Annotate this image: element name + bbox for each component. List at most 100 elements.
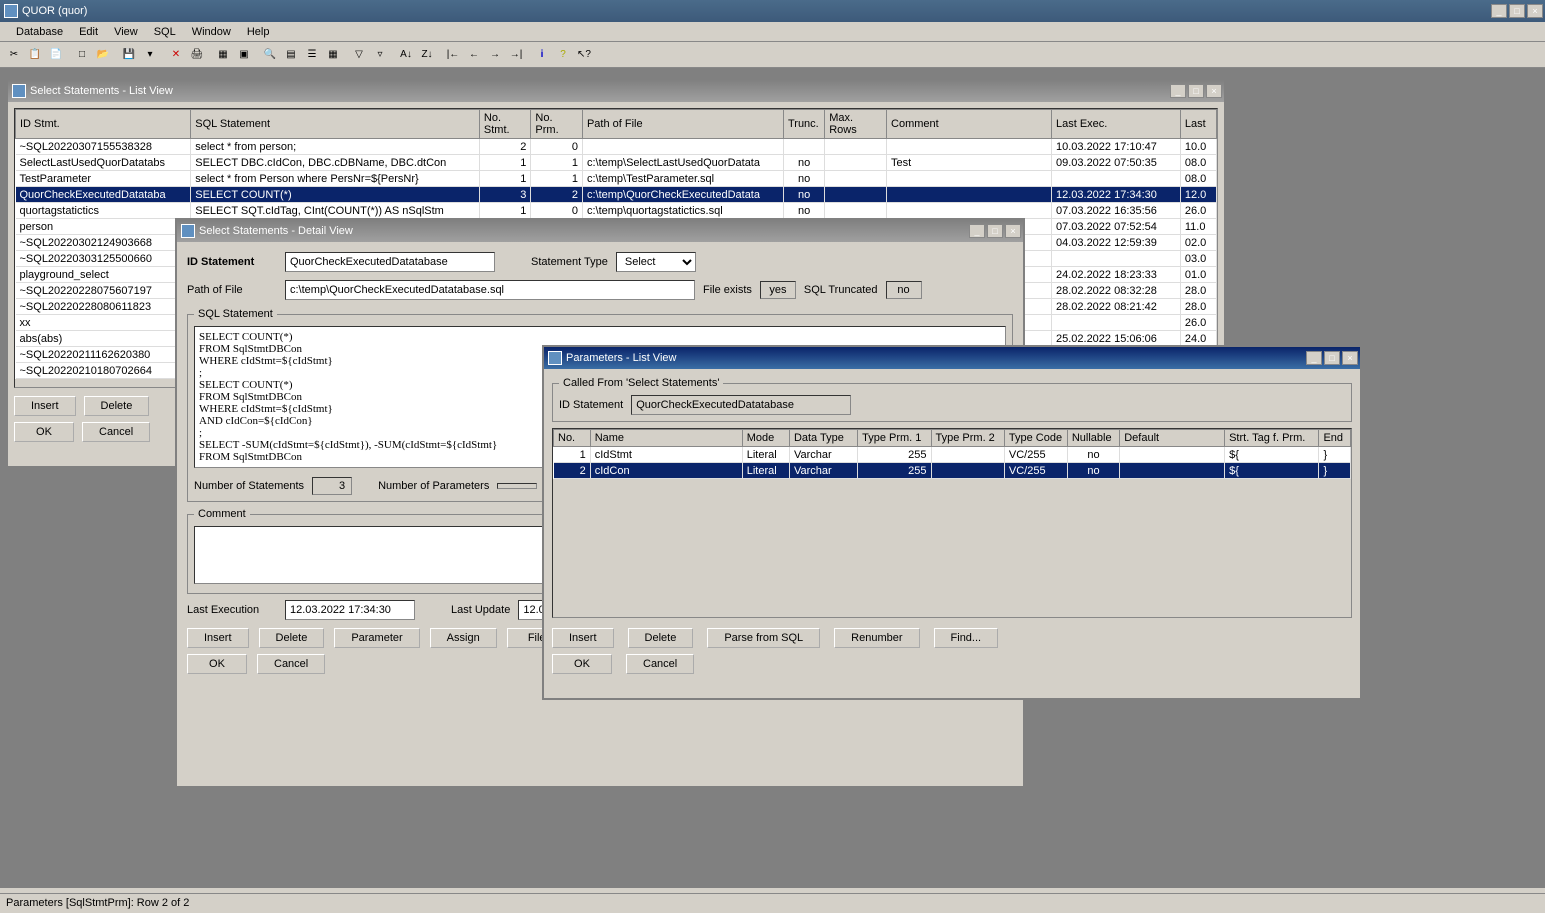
table-row[interactable]: QuorCheckExecutedDatatabaSELECT COUNT(*)…: [16, 187, 1217, 203]
cut-icon[interactable]: ✂: [4, 45, 24, 65]
maximize-button[interactable]: □: [1509, 4, 1525, 18]
print-icon[interactable]: 🖨: [187, 45, 207, 65]
grid-icon[interactable]: ▤: [281, 45, 301, 65]
col-header[interactable]: Path of File: [582, 110, 783, 139]
menu-help[interactable]: Help: [239, 24, 278, 40]
last-exec-label: Last Execution: [187, 604, 277, 616]
renumber-button[interactable]: Renumber: [834, 628, 919, 648]
delete-button[interactable]: Delete: [259, 628, 325, 648]
col-header[interactable]: Comment: [887, 110, 1052, 139]
col-header[interactable]: No. Prm.: [531, 110, 583, 139]
col-header[interactable]: Default: [1120, 430, 1225, 447]
col-header[interactable]: Nullable: [1067, 430, 1119, 447]
table-row[interactable]: ~SQL20220307155538328select * from perso…: [16, 139, 1217, 155]
close-button[interactable]: ×: [1005, 224, 1021, 238]
ok-button[interactable]: OK: [552, 654, 612, 674]
col-header[interactable]: Name: [590, 430, 742, 447]
cancel-button[interactable]: Cancel: [626, 654, 694, 674]
insert-button[interactable]: Insert: [552, 628, 614, 648]
statement-type-select[interactable]: Select: [616, 252, 696, 272]
minimize-button[interactable]: _: [1491, 4, 1507, 18]
cancel-button[interactable]: Cancel: [257, 654, 325, 674]
delete-button[interactable]: Delete: [84, 396, 150, 416]
table-row[interactable]: 1cIdStmtLiteralVarchar255VC/255no${}: [554, 447, 1351, 463]
sort-asc-icon[interactable]: A↓: [396, 45, 416, 65]
save-all-icon[interactable]: ▾: [140, 45, 160, 65]
info-icon[interactable]: i: [532, 45, 552, 65]
col-header[interactable]: Last Exec.: [1051, 110, 1180, 139]
filter-icon[interactable]: ▽: [349, 45, 369, 65]
app-title: QUOR (quor): [22, 5, 87, 17]
first-icon[interactable]: |←: [443, 45, 463, 65]
col-header[interactable]: Type Code: [1004, 430, 1067, 447]
open-icon[interactable]: 📂: [93, 45, 113, 65]
id-statement-input[interactable]: [285, 252, 495, 272]
col-header[interactable]: SQL Statement: [191, 110, 480, 139]
col-header[interactable]: Type Prm. 1: [858, 430, 931, 447]
find-button[interactable]: Find...: [934, 628, 999, 648]
sort-desc-icon[interactable]: Z↓: [417, 45, 437, 65]
minimize-button[interactable]: _: [1170, 84, 1186, 98]
sql-legend: SQL Statement: [194, 308, 277, 320]
parameters-window[interactable]: Parameters - List View _ □ × Called From…: [542, 345, 1362, 700]
id-statement-label: ID Statement: [187, 256, 277, 268]
close-button[interactable]: ×: [1527, 4, 1543, 18]
parameters-table[interactable]: No.NameModeData TypeType Prm. 1Type Prm.…: [553, 429, 1351, 479]
minimize-button[interactable]: _: [1306, 351, 1322, 365]
maximize-button[interactable]: □: [1188, 84, 1204, 98]
parameter-button[interactable]: Parameter: [334, 628, 419, 648]
table-row[interactable]: SelectLastUsedQuorDatatabsSELECT DBC.cId…: [16, 155, 1217, 171]
ok-button[interactable]: OK: [14, 422, 74, 442]
parse-button[interactable]: Parse from SQL: [707, 628, 820, 648]
col-header[interactable]: No.: [554, 430, 591, 447]
next-icon[interactable]: →: [485, 45, 505, 65]
prev-icon[interactable]: ←: [464, 45, 484, 65]
col-header[interactable]: ID Stmt.: [16, 110, 191, 139]
menu-view[interactable]: View: [106, 24, 146, 40]
filter2-icon[interactable]: ▿: [370, 45, 390, 65]
col-header[interactable]: Last: [1180, 110, 1216, 139]
insert-button[interactable]: Insert: [187, 628, 249, 648]
col-header[interactable]: Trunc.: [783, 110, 824, 139]
delete-button[interactable]: Delete: [628, 628, 694, 648]
tool2-icon[interactable]: ▣: [234, 45, 254, 65]
tool1-icon[interactable]: ▦: [213, 45, 233, 65]
menu-edit[interactable]: Edit: [71, 24, 106, 40]
assign-button[interactable]: Assign: [430, 628, 497, 648]
minimize-button[interactable]: _: [969, 224, 985, 238]
path-input[interactable]: [285, 280, 695, 300]
app-title-bar: QUOR (quor) _ □ ×: [0, 0, 1545, 22]
col-header[interactable]: Strt. Tag f. Prm.: [1225, 430, 1319, 447]
table-row[interactable]: TestParameterselect * from Person where …: [16, 171, 1217, 187]
new-icon[interactable]: □: [72, 45, 92, 65]
col-header[interactable]: No. Stmt.: [479, 110, 531, 139]
paste-icon[interactable]: 📄: [46, 45, 66, 65]
table-row[interactable]: 2cIdConLiteralVarchar255VC/255no${}: [554, 463, 1351, 479]
col-header[interactable]: End: [1319, 430, 1351, 447]
col-header[interactable]: Max. Rows: [825, 110, 887, 139]
list-icon[interactable]: ☰: [302, 45, 322, 65]
last-icon[interactable]: →|: [506, 45, 526, 65]
maximize-button[interactable]: □: [1324, 351, 1340, 365]
menu-database[interactable]: Database: [8, 24, 71, 40]
copy-icon[interactable]: 📋: [25, 45, 45, 65]
close-button[interactable]: ×: [1342, 351, 1358, 365]
whats-this-icon[interactable]: ↖?: [574, 45, 594, 65]
table-icon[interactable]: ▦: [323, 45, 343, 65]
find-icon[interactable]: 🔍: [260, 45, 280, 65]
table-row[interactable]: quortagstaticticsSELECT SQT.cIdTag, CInt…: [16, 203, 1217, 219]
close-button[interactable]: ×: [1206, 84, 1222, 98]
menu-window[interactable]: Window: [184, 24, 239, 40]
app-icon: [4, 4, 18, 18]
insert-button[interactable]: Insert: [14, 396, 76, 416]
col-header[interactable]: Mode: [742, 430, 789, 447]
menu-sql[interactable]: SQL: [146, 24, 184, 40]
cancel-button[interactable]: Cancel: [82, 422, 150, 442]
save-icon[interactable]: 💾: [119, 45, 139, 65]
col-header[interactable]: Data Type: [789, 430, 857, 447]
col-header[interactable]: Type Prm. 2: [931, 430, 1004, 447]
delete-icon[interactable]: ✕: [166, 45, 186, 65]
maximize-button[interactable]: □: [987, 224, 1003, 238]
help-icon[interactable]: ?: [553, 45, 573, 65]
ok-button[interactable]: OK: [187, 654, 247, 674]
